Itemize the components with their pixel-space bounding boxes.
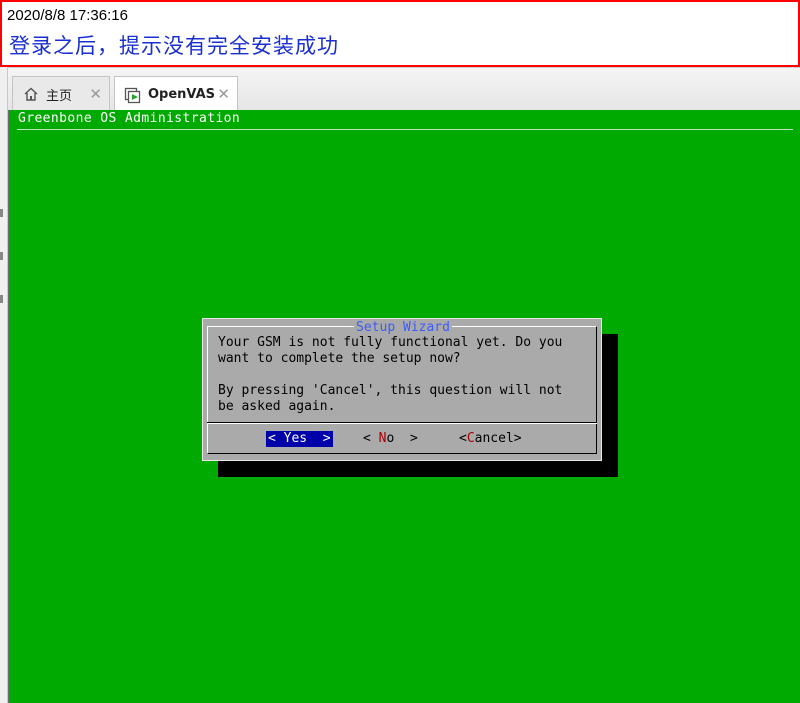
dialog-message-line: ​ xyxy=(218,367,588,383)
console-title: Greenbone OS Administration xyxy=(18,111,241,126)
tab-home-close-icon[interactable]: ✕ xyxy=(89,85,102,103)
dialog-message: Your GSM is not fully functional yet. Do… xyxy=(218,335,588,415)
dialog-buttons: < Yes > < No > <Cancel> xyxy=(203,431,603,447)
tab-bar: 主页 ✕ OpenVAS ✕ xyxy=(8,67,800,112)
cancel-hotkey: C xyxy=(466,431,475,446)
yes-bracket-left: < xyxy=(268,431,276,446)
vm-console[interactable]: Greenbone OS Administration Setup Wizard… xyxy=(8,110,800,703)
yes-button[interactable]: < Yes > xyxy=(266,431,333,447)
no-button[interactable]: < No > xyxy=(363,431,418,447)
tab-openvas[interactable]: OpenVAS ✕ xyxy=(114,76,238,112)
tab-openvas-label: OpenVAS xyxy=(148,87,216,102)
dialog-message-line: be asked again. xyxy=(218,399,336,414)
yes-label: es xyxy=(291,431,308,446)
setup-wizard-dialog: Setup Wizard Your GSM is not fully funct… xyxy=(202,318,602,461)
cancel-label: ancel xyxy=(474,431,514,446)
tab-home[interactable]: 主页 ✕ xyxy=(12,76,110,111)
cancel-bracket-right: > xyxy=(513,431,522,446)
dialog-separator-highlight xyxy=(207,423,597,424)
dialog-message-line: Your GSM is not fully functional yet. Do… xyxy=(218,335,563,350)
cancel-button[interactable]: <Cancel> xyxy=(459,431,522,447)
tab-home-label: 主页 xyxy=(46,88,73,104)
dialog-title: Setup Wizard xyxy=(203,320,603,335)
dialog-title-text: Setup Wizard xyxy=(354,320,452,335)
yes-bracket-right: > xyxy=(322,431,331,446)
dialog-message-line: By pressing 'Cancel', this question will… xyxy=(218,383,563,398)
annotation-note: 2020/8/8 17:36:16 登录之后，提示没有完全安装成功 xyxy=(0,0,800,67)
no-bracket-left: < xyxy=(363,431,371,446)
vm-play-icon xyxy=(124,86,142,104)
tab-openvas-close-icon[interactable]: ✕ xyxy=(217,85,230,103)
dialog-message-line: want to complete the setup now? xyxy=(218,351,461,366)
note-message: 登录之后，提示没有完全安装成功 xyxy=(9,34,339,58)
background-window-edge xyxy=(0,67,8,703)
no-bracket-right: > xyxy=(409,431,418,446)
console-title-rule xyxy=(17,129,793,130)
home-icon xyxy=(22,85,40,103)
cancel-bracket-left: < xyxy=(459,431,467,446)
no-label: o xyxy=(386,431,395,446)
note-timestamp: 2020/8/8 17:36:16 xyxy=(7,7,128,24)
